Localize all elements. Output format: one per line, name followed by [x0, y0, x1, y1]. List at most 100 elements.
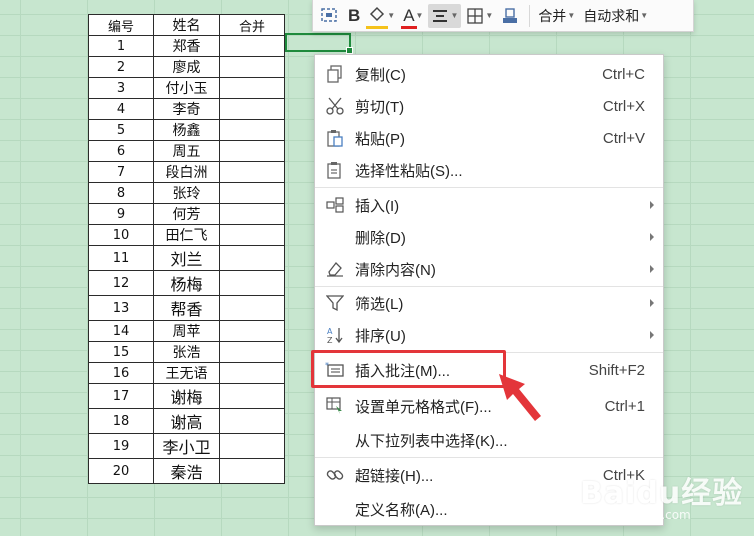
menu-item-shortcut: Ctrl+1	[604, 397, 645, 415]
cell-name[interactable]: 王无语	[153, 362, 220, 384]
align-center-button[interactable]: ▼	[428, 3, 462, 28]
cell-merge[interactable]	[219, 320, 285, 342]
cell-merge[interactable]	[219, 458, 285, 484]
cell-merge[interactable]	[219, 224, 285, 246]
borders-button[interactable]: ▼	[463, 4, 496, 28]
column-header-merge[interactable]: 合并	[219, 14, 285, 36]
cell-merge[interactable]	[219, 245, 285, 271]
cell-merge[interactable]	[219, 408, 285, 434]
cell-merge[interactable]	[219, 270, 285, 296]
menu-item-label: 选择性粘贴(S)...	[355, 162, 463, 180]
chevron-down-icon: ▼	[640, 11, 649, 20]
cell-number[interactable]: 19	[88, 433, 154, 459]
cell-number[interactable]: 8	[88, 182, 154, 204]
table-row: 5 杨鑫	[88, 119, 285, 141]
cell-number[interactable]: 14	[88, 320, 154, 342]
cell-number[interactable]: 9	[88, 203, 154, 225]
cell-number[interactable]: 6	[88, 140, 154, 162]
cell-name[interactable]: 谢高	[153, 408, 220, 434]
chevron-down-icon: ▼	[485, 11, 494, 20]
column-header-number[interactable]: 编号	[88, 14, 154, 36]
cell-name[interactable]: 谢梅	[153, 383, 220, 409]
cell-name[interactable]: 李小卫	[153, 433, 220, 459]
fill-color-button[interactable]: ▼	[365, 4, 398, 29]
cell-merge[interactable]	[219, 77, 285, 99]
table-row: 12 杨梅	[88, 270, 285, 296]
menu-item-copy[interactable]: 复制(C) Ctrl+C	[315, 59, 663, 89]
cell-name[interactable]: 杨鑫	[153, 119, 220, 141]
cell-name[interactable]: 刘兰	[153, 245, 220, 271]
cell-number[interactable]: 5	[88, 119, 154, 141]
cell-merge[interactable]	[219, 341, 285, 363]
chevron-down-icon: ▼	[387, 11, 396, 20]
cell-merge[interactable]	[219, 433, 285, 459]
menu-item-clear-contents[interactable]: 清除内容(N)	[315, 254, 663, 284]
table-row: 19 李小卫	[88, 433, 285, 459]
cell-merge[interactable]	[219, 56, 285, 78]
cell-merge[interactable]	[219, 383, 285, 409]
cell-merge[interactable]	[219, 140, 285, 162]
cell-name[interactable]: 郑香	[153, 35, 220, 57]
cell-number[interactable]: 15	[88, 341, 154, 363]
cell-name[interactable]: 周苹	[153, 320, 220, 342]
format-painter-button[interactable]	[317, 4, 343, 28]
cell-name[interactable]: 杨梅	[153, 270, 220, 296]
menu-item-label: 复制(C)	[355, 66, 406, 84]
cell-name[interactable]: 何芳	[153, 203, 220, 225]
cell-merge[interactable]	[219, 161, 285, 183]
clear-format-button[interactable]	[498, 4, 522, 28]
cell-number[interactable]: 4	[88, 98, 154, 120]
menu-item-paste[interactable]: 粘贴(P) Ctrl+V	[315, 123, 663, 153]
watermark-url: jingyan.baidu.com	[580, 508, 691, 522]
cell-merge[interactable]	[219, 98, 285, 120]
cell-number[interactable]: 17	[88, 383, 154, 409]
floating-toolbar: B ▼ A ▼ ▼ ▼ 合并 ▼ 自动求和 ▼	[312, 0, 694, 32]
cell-merge[interactable]	[219, 119, 285, 141]
column-header-name[interactable]: 姓名	[153, 14, 220, 36]
link-icon	[325, 465, 345, 485]
cell-name[interactable]: 周五	[153, 140, 220, 162]
menu-item-delete[interactable]: 删除(D)	[315, 222, 663, 252]
font-color-button[interactable]: A ▼	[400, 4, 426, 29]
cell-name[interactable]: 李奇	[153, 98, 220, 120]
autosum-button[interactable]: 自动求和 ▼	[580, 4, 651, 28]
menu-item-sort[interactable]: AZ 排序(U)	[315, 320, 663, 350]
table-row: 7 段白洲	[88, 161, 285, 183]
cell-name[interactable]: 段白洲	[153, 161, 220, 183]
merge-button[interactable]: 合并 ▼	[535, 4, 578, 28]
cell-merge[interactable]	[219, 182, 285, 204]
cell-number[interactable]: 2	[88, 56, 154, 78]
cell-merge[interactable]	[219, 203, 285, 225]
annotation-arrow-icon	[499, 374, 541, 421]
cell-number[interactable]: 3	[88, 77, 154, 99]
menu-item-pick-from-list[interactable]: 从下拉列表中选择(K)...	[315, 425, 663, 455]
cell-number[interactable]: 16	[88, 362, 154, 384]
cell-number[interactable]: 20	[88, 458, 154, 484]
cell-number[interactable]: 10	[88, 224, 154, 246]
menu-item-cut[interactable]: 剪切(T) Ctrl+X	[315, 91, 663, 121]
cell-merge[interactable]	[219, 295, 285, 321]
cell-number[interactable]: 12	[88, 270, 154, 296]
menu-item-insert[interactable]: 插入(I)	[315, 190, 663, 220]
cell-number[interactable]: 13	[88, 295, 154, 321]
cell-name[interactable]: 田仁飞	[153, 224, 220, 246]
active-cell-selection[interactable]	[285, 33, 353, 54]
cell-number[interactable]: 11	[88, 245, 154, 271]
menu-item-paste-special[interactable]: 选择性粘贴(S)...	[315, 155, 663, 185]
cell-merge[interactable]	[219, 362, 285, 384]
cell-name[interactable]: 秦浩	[153, 458, 220, 484]
cell-name[interactable]: 付小玉	[153, 77, 220, 99]
table-row: 2 廖成	[88, 56, 285, 78]
menu-item-format-cells[interactable]: 设置单元格格式(F)... Ctrl+1	[315, 391, 663, 421]
table-row: 9 何芳	[88, 203, 285, 225]
cell-name[interactable]: 张玲	[153, 182, 220, 204]
cell-number[interactable]: 7	[88, 161, 154, 183]
menu-item-filter[interactable]: 筛选(L)	[315, 288, 663, 318]
cell-name[interactable]: 廖成	[153, 56, 220, 78]
cell-name[interactable]: 帮香	[153, 295, 220, 321]
bold-button[interactable]: B	[345, 4, 363, 28]
cell-number[interactable]: 1	[88, 35, 154, 57]
cell-name[interactable]: 张浩	[153, 341, 220, 363]
cell-number[interactable]: 18	[88, 408, 154, 434]
cell-merge[interactable]	[219, 35, 285, 57]
